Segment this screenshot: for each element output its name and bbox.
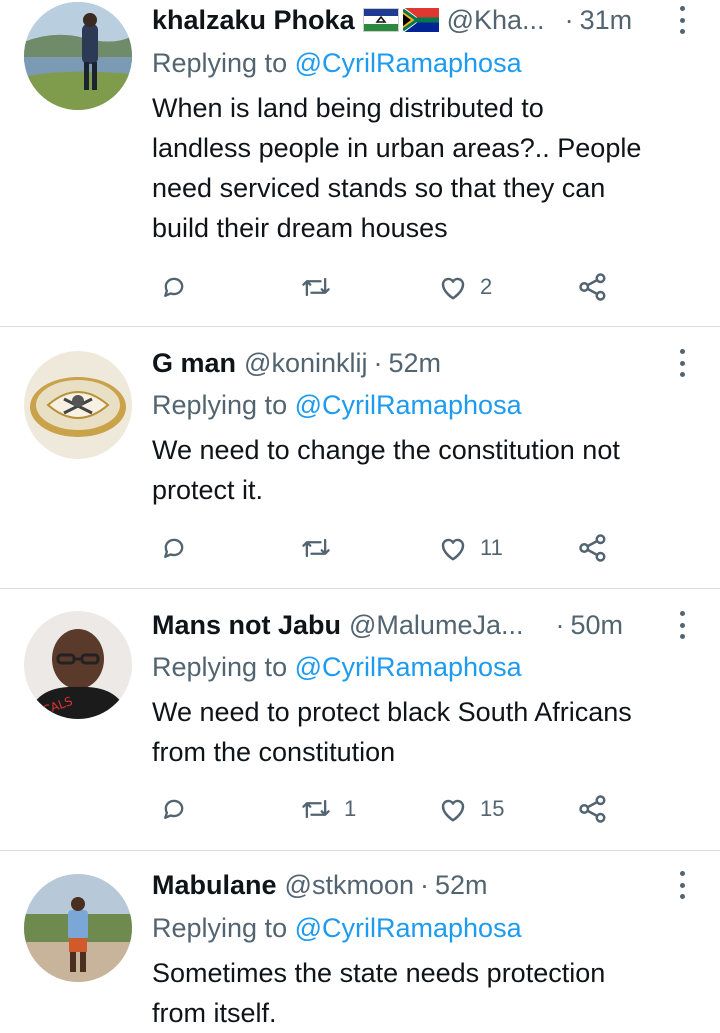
tweet-text-line: protect it.: [152, 475, 264, 505]
replying-to: Replying to @CyrilRamaphosa: [152, 43, 522, 83]
tweet-text: When is land being distributed to landle…: [152, 88, 712, 248]
separator-dot: ·: [555, 610, 565, 640]
retweet-button[interactable]: [300, 528, 344, 568]
user-handle[interactable]: @Kha...: [447, 0, 545, 40]
heart-icon: [441, 277, 465, 300]
display-name[interactable]: khalzaku Phoka: [152, 0, 355, 40]
mention-link[interactable]: @CyrilRamaphosa: [295, 913, 522, 943]
reply-icon: [164, 277, 184, 297]
more-options-icon[interactable]: [678, 871, 686, 899]
user-handle[interactable]: @MalumeJa...: [349, 605, 523, 645]
timestamp[interactable]: 50m: [570, 605, 623, 645]
separator-dot: ·: [373, 348, 383, 378]
share-button[interactable]: [578, 267, 608, 307]
replying-to: Replying to @CyrilRamaphosa: [152, 385, 522, 425]
tweet-text: Sometimes the state needs protection fro…: [152, 953, 712, 1033]
tweet-header: Mans not Jabu @MalumeJa... · 50m: [152, 605, 623, 645]
replying-to-label: Replying to: [152, 913, 288, 943]
avatar[interactable]: [24, 874, 132, 982]
lesotho-flag-icon: [362, 8, 399, 32]
reply-button[interactable]: [160, 267, 200, 307]
tweet[interactable]: CALS Mans not Jabu @MalumeJa... · 50m Re…: [0, 589, 720, 851]
flag-emojis: [362, 8, 439, 32]
tweet-text-line: from the constitution: [152, 737, 396, 767]
timestamp[interactable]: 52m: [388, 343, 441, 383]
like-button[interactable]: 2: [438, 267, 492, 307]
tweet[interactable]: khalzaku Phoka @Kha... · 31m Replying to…: [0, 0, 720, 327]
tweet-text-line: need serviced stands so that they can: [152, 173, 606, 203]
separator-dot: ·: [419, 870, 429, 900]
tweet-text-line: build their dream houses: [152, 213, 448, 243]
tweet-text-line: We need to protect black South Africans: [152, 697, 632, 727]
replying-to: Replying to @CyrilRamaphosa: [152, 908, 522, 948]
user-handle[interactable]: @stkmoon: [285, 865, 414, 905]
south-africa-flag-icon: [402, 8, 439, 32]
tweet[interactable]: Mabulane @stkmoon · 52m Replying to @Cyr…: [0, 851, 720, 1032]
avatar[interactable]: [24, 2, 132, 110]
heart-icon: [441, 799, 465, 822]
tweet-actions: 11: [152, 528, 632, 568]
share-button[interactable]: [578, 789, 608, 829]
share-icon: [579, 273, 606, 301]
retweet-icon: [302, 277, 330, 297]
retweet-count: 1: [344, 796, 357, 821]
share-button[interactable]: [578, 528, 608, 568]
tweet-text-line: When is land being distributed to: [152, 93, 544, 123]
retweet-icon: [302, 538, 330, 558]
replying-to-label: Replying to: [152, 652, 288, 682]
reply-icon: [164, 538, 184, 558]
replying-to-label: Replying to: [152, 390, 288, 420]
tweet-text: We need to change the constitution not p…: [152, 430, 712, 510]
replying-to: Replying to @CyrilRamaphosa: [152, 647, 522, 687]
mention-link[interactable]: @CyrilRamaphosa: [295, 652, 522, 682]
user-handle[interactable]: @koninklij: [244, 343, 367, 383]
mention-link[interactable]: @CyrilRamaphosa: [295, 48, 522, 78]
timestamp[interactable]: 52m: [435, 865, 488, 905]
tweet-header: G man @koninklij · 52m: [152, 343, 441, 383]
timestamp[interactable]: 31m: [580, 0, 633, 40]
retweet-icon: [302, 799, 330, 819]
tweet-header: Mabulane @stkmoon · 52m: [152, 865, 488, 905]
like-count: 11: [480, 535, 503, 560]
avatar[interactable]: [24, 351, 132, 459]
display-name[interactable]: Mabulane: [152, 865, 277, 905]
mention-link[interactable]: @CyrilRamaphosa: [295, 390, 522, 420]
share-icon: [579, 795, 606, 823]
tweet-header: khalzaku Phoka @Kha... · 31m: [152, 0, 632, 40]
like-button[interactable]: 11: [438, 528, 503, 568]
replying-to-label: Replying to: [152, 48, 288, 78]
more-options-icon[interactable]: [678, 6, 686, 34]
retweet-button[interactable]: 1: [300, 789, 356, 829]
more-options-icon[interactable]: [678, 611, 686, 639]
share-icon: [579, 534, 606, 562]
like-count: 15: [480, 796, 505, 821]
more-options-icon[interactable]: [678, 349, 686, 377]
avatar[interactable]: CALS: [24, 611, 132, 719]
tweet[interactable]: G man @koninklij · 52m Replying to @Cyri…: [0, 327, 720, 589]
heart-icon: [441, 538, 465, 561]
tweet-actions: 2: [152, 267, 632, 307]
separator-dot: ·: [564, 5, 574, 35]
reply-button[interactable]: [160, 528, 200, 568]
tweet-text-line: landless people in urban areas?.. People: [152, 133, 642, 163]
retweet-button[interactable]: [300, 267, 344, 307]
tweet-text: We need to protect black South Africans …: [152, 692, 712, 772]
display-name[interactable]: Mans not Jabu: [152, 605, 341, 645]
display-name[interactable]: G man: [152, 343, 236, 383]
tweet-text-line: from itself.: [152, 998, 277, 1028]
tweet-text-line: Sometimes the state needs protection: [152, 958, 606, 988]
reply-button[interactable]: [160, 789, 200, 829]
like-count: 2: [480, 274, 493, 299]
like-button[interactable]: 15: [438, 789, 504, 829]
tweet-text-line: We need to change the constitution not: [152, 435, 620, 465]
tweet-actions: 1 15: [152, 789, 632, 829]
reply-icon: [164, 799, 184, 819]
